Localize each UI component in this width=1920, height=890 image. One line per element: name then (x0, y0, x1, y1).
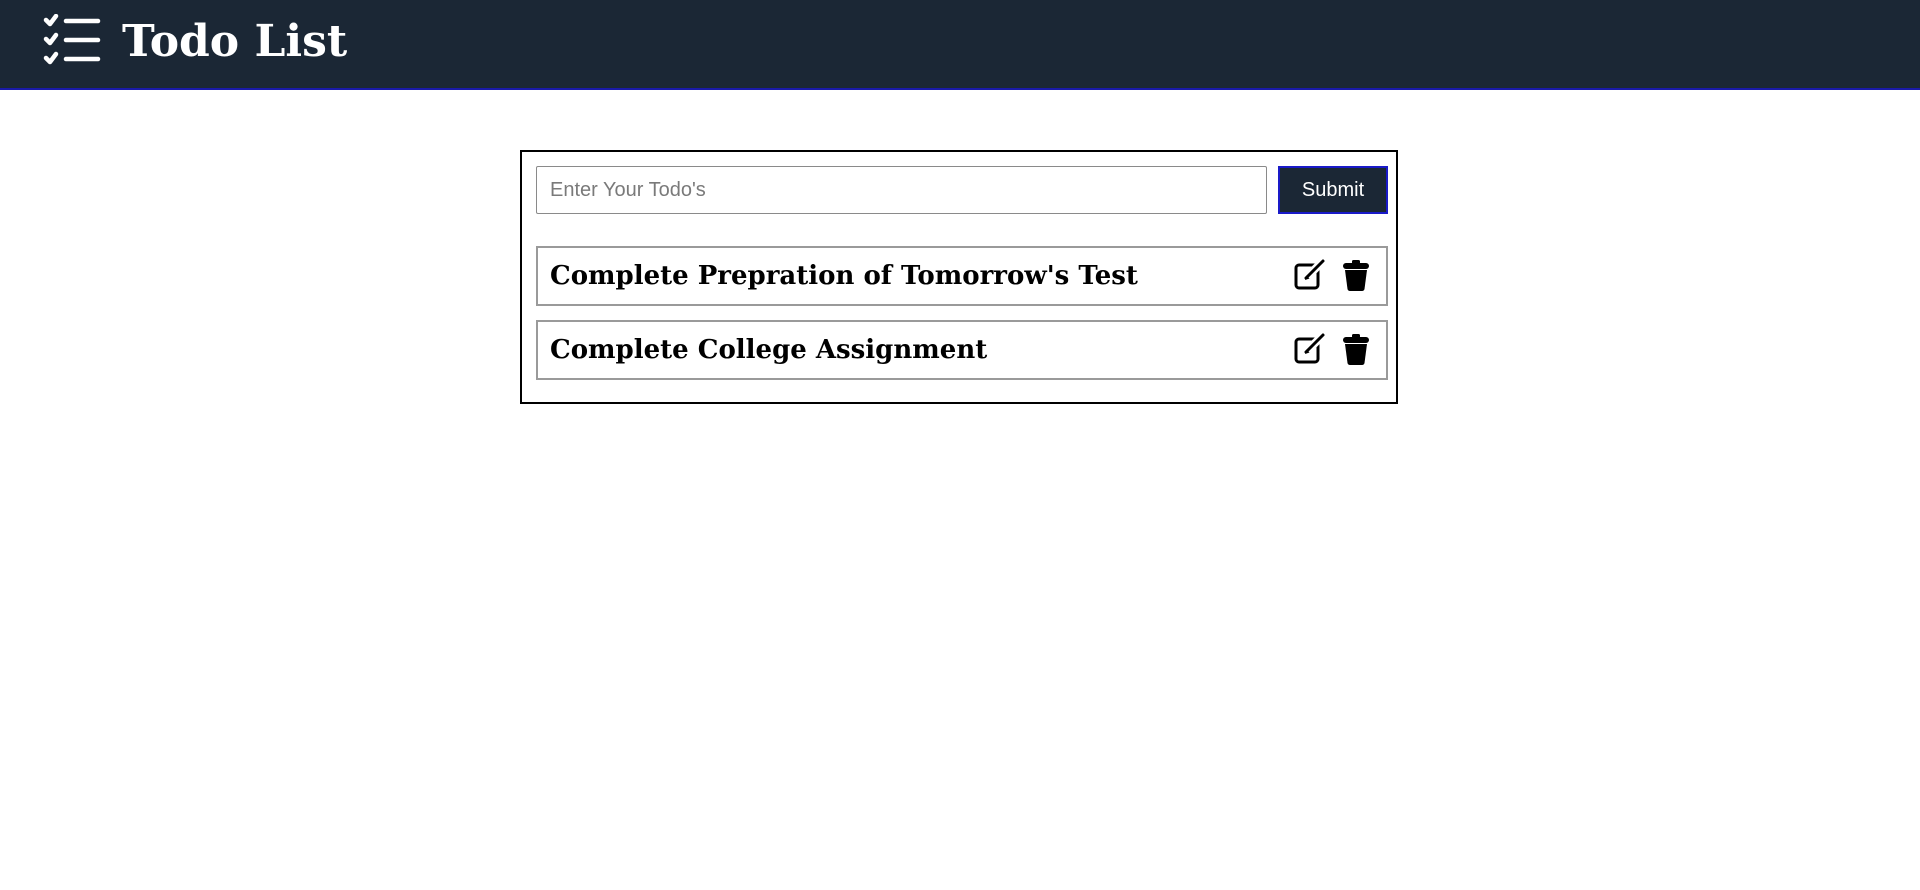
trash-icon[interactable] (1338, 331, 1374, 367)
app-title: Todo List (122, 16, 348, 67)
todo-item: Complete College Assignment (536, 320, 1388, 380)
todo-panel: Submit Complete Prepration of Tomorrow's… (520, 150, 1398, 404)
trash-icon[interactable] (1338, 257, 1374, 293)
edit-icon[interactable] (1292, 257, 1328, 293)
todo-text: Complete Prepration of Tomorrow's Test (550, 261, 1138, 291)
todo-list: Complete Prepration of Tomorrow's Test C… (536, 246, 1388, 394)
todo-input[interactable] (536, 166, 1267, 214)
edit-icon[interactable] (1292, 331, 1328, 367)
todo-item: Complete Prepration of Tomorrow's Test (536, 246, 1388, 306)
checklist-icon (42, 13, 102, 70)
app-header: Todo List (0, 0, 1920, 90)
submit-button[interactable]: Submit (1278, 166, 1388, 214)
todo-text: Complete College Assignment (550, 335, 988, 365)
